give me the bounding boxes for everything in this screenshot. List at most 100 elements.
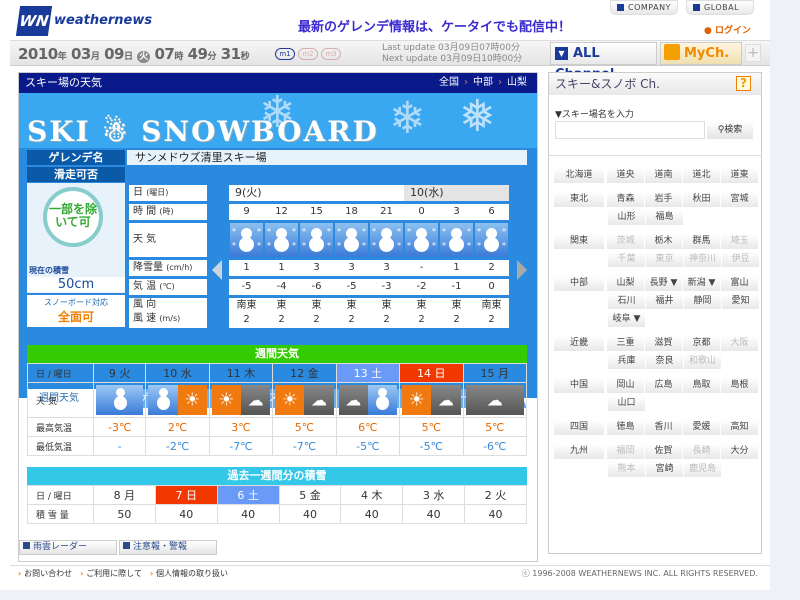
contact-link[interactable]: お問い合わせ — [18, 569, 72, 578]
search-button[interactable]: ⚲検索 — [707, 121, 753, 139]
update-info: Last update 03月09日07時00分 Next update 03月0… — [382, 43, 522, 65]
prefecture-button[interactable]: 道北 — [683, 168, 720, 183]
prefecture-button[interactable]: 広島 — [645, 378, 682, 393]
prefecture-button[interactable]: 岡山 — [607, 378, 644, 393]
low-temp: -2℃ — [145, 436, 210, 456]
prefecture-button[interactable]: 道南 — [645, 168, 682, 183]
help-icon[interactable]: ? — [736, 76, 751, 91]
mode-m3-button[interactable]: m3 — [321, 48, 341, 60]
region-header[interactable]: 中部 — [554, 276, 604, 291]
prefecture-button[interactable]: 岐阜 ▼ — [608, 312, 645, 327]
prefecture-button[interactable]: 愛知 — [722, 294, 759, 309]
low-temp: - — [92, 436, 147, 456]
prefecture-button[interactable]: 山梨 — [607, 276, 644, 291]
mych-label: MyCh. — [684, 46, 730, 61]
prefecture-button[interactable]: 岩手 — [645, 192, 682, 207]
row-label-snowfall: 降雪量 (cm/h) — [129, 260, 207, 276]
prefecture-button[interactable]: 栃木 — [645, 234, 682, 249]
prefecture-button[interactable]: 愛媛 — [683, 420, 720, 435]
past-row: 日 / 曜日 8 月7 日6 土5 金4 木3 水2 火 — [27, 485, 527, 505]
prefecture-button[interactable]: 大分 — [721, 444, 758, 459]
breadcrumb-chubu[interactable]: 中部 — [473, 77, 493, 88]
region-header[interactable]: 近畿 — [554, 336, 604, 351]
mych-button[interactable]: MyCh. — [660, 42, 742, 65]
snowfall-cell: 1 — [439, 260, 474, 276]
mode-m1-button[interactable]: m1 — [275, 48, 295, 60]
weather-label: 天 気 — [27, 382, 94, 418]
prefecture-button: 長崎 — [683, 444, 720, 459]
region-header[interactable]: 関東 — [554, 234, 604, 249]
warnings-tab[interactable]: 注意報・警報 — [119, 540, 217, 555]
high-temp: 6℃ — [335, 417, 401, 437]
prefecture-button[interactable]: 高知 — [721, 420, 758, 435]
breadcrumb-all[interactable]: 全国 — [439, 77, 459, 88]
square-icon — [617, 4, 624, 11]
region-4: 近畿 三重 滋賀 京都 大阪 兵庫 奈良 和歌山 — [554, 335, 760, 371]
login-link[interactable]: ● ログイン — [704, 23, 751, 36]
prefecture-button[interactable]: 三重 — [607, 336, 644, 351]
weekly-weather-cell: ☀ ☁ — [272, 382, 337, 418]
prefecture-button[interactable]: 島根 — [721, 378, 758, 393]
prefecture-button[interactable]: 秋田 — [683, 192, 720, 207]
prefecture-button[interactable]: 香川 — [645, 420, 682, 435]
prefecture-button[interactable]: 群馬 — [683, 234, 720, 249]
weather-snow-icon: * * * * — [475, 223, 508, 257]
prefecture-button: 和歌山 — [684, 354, 721, 369]
prefecture-button: 東京 — [646, 252, 683, 267]
prefecture-button[interactable]: 佐賀 — [645, 444, 682, 459]
prefecture-button[interactable]: 滋賀 — [645, 336, 682, 351]
rain-radar-tab[interactable]: 雨雲レーダー — [19, 540, 117, 555]
snowboard-status: 全面可 — [57, 310, 94, 324]
region-header[interactable]: 北海道 — [554, 168, 604, 183]
prefecture-button[interactable]: 富山 — [721, 276, 758, 291]
prefecture-button[interactable]: 長野 ▼ — [645, 276, 682, 291]
region-header[interactable]: 中国 — [554, 378, 604, 393]
prefecture-button[interactable]: 兵庫 — [608, 354, 645, 369]
prefecture-button[interactable]: 道央 — [607, 168, 644, 183]
prefecture-button[interactable]: 徳島 — [607, 420, 644, 435]
logo-text[interactable]: weathernews — [54, 13, 152, 28]
prefecture-button[interactable]: 石川 — [608, 294, 645, 309]
next-arrow-icon[interactable] — [517, 260, 527, 280]
prefecture-button[interactable]: 福島 — [646, 210, 683, 225]
prefecture-button[interactable]: 宮城 — [721, 192, 758, 207]
gelande-name: サンメドウズ清里スキー場 — [127, 150, 527, 165]
ski-search-input[interactable] — [555, 121, 705, 139]
weather-cloud-icon: ☁ — [431, 385, 461, 415]
prev-arrow-icon[interactable] — [212, 260, 222, 280]
prefecture-button[interactable]: 青森 — [607, 192, 644, 207]
prefecture-button[interactable]: 福井 — [646, 294, 683, 309]
low-temp: -5℃ — [335, 436, 401, 456]
login-label: ログイン — [715, 26, 752, 36]
weather-cloud-icon: ☁ — [240, 385, 271, 415]
prefecture-button[interactable]: 京都 — [683, 336, 720, 351]
privacy-link[interactable]: 個人情報の取り扱い — [150, 569, 228, 578]
region-header[interactable]: 四国 — [554, 420, 604, 435]
breadcrumb-yamanashi[interactable]: 山梨 — [507, 77, 527, 88]
snow-depth-value: 50cm — [27, 277, 125, 292]
prefecture-button: 伊豆 — [722, 252, 759, 267]
prefecture-button[interactable]: 山口 — [608, 396, 645, 411]
mode-m2-button[interactable]: m2 — [298, 48, 318, 60]
terms-link[interactable]: ご利用に際して — [80, 569, 142, 578]
snow-amount: 40 — [340, 504, 404, 524]
prefecture-button[interactable]: 鳥取 — [683, 378, 720, 393]
slogan-link[interactable]: 最新のゲレンデ情報は、ケータイでも配信中！ — [298, 16, 571, 35]
prefecture-button[interactable]: 宮崎 — [646, 462, 683, 477]
add-channel-button[interactable]: + — [745, 44, 761, 62]
prefecture-button[interactable]: 静岡 — [684, 294, 721, 309]
company-button[interactable]: COMPANY — [610, 0, 678, 15]
region-header[interactable]: 九州 — [554, 444, 604, 459]
prefecture-button[interactable]: 道東 — [721, 168, 758, 183]
logo[interactable]: WN — [15, 6, 53, 36]
all-channel-button[interactable]: ▼ALL Channel — [550, 42, 657, 82]
prefecture-button[interactable]: 奈良 — [646, 354, 683, 369]
region-6: 四国 徳島 香川 愛媛 高知 — [554, 419, 760, 437]
prefecture-button[interactable]: 山形 — [608, 210, 645, 225]
global-button[interactable]: GLOBAL — [686, 0, 754, 15]
weekly-day: 15 月 — [462, 363, 527, 383]
prefecture-button[interactable]: 新潟 ▼ — [683, 276, 720, 291]
region-header[interactable]: 東北 — [554, 192, 604, 207]
current-datetime: 2010年 03月 09日 火 07時 49分 31秒 — [18, 45, 250, 63]
